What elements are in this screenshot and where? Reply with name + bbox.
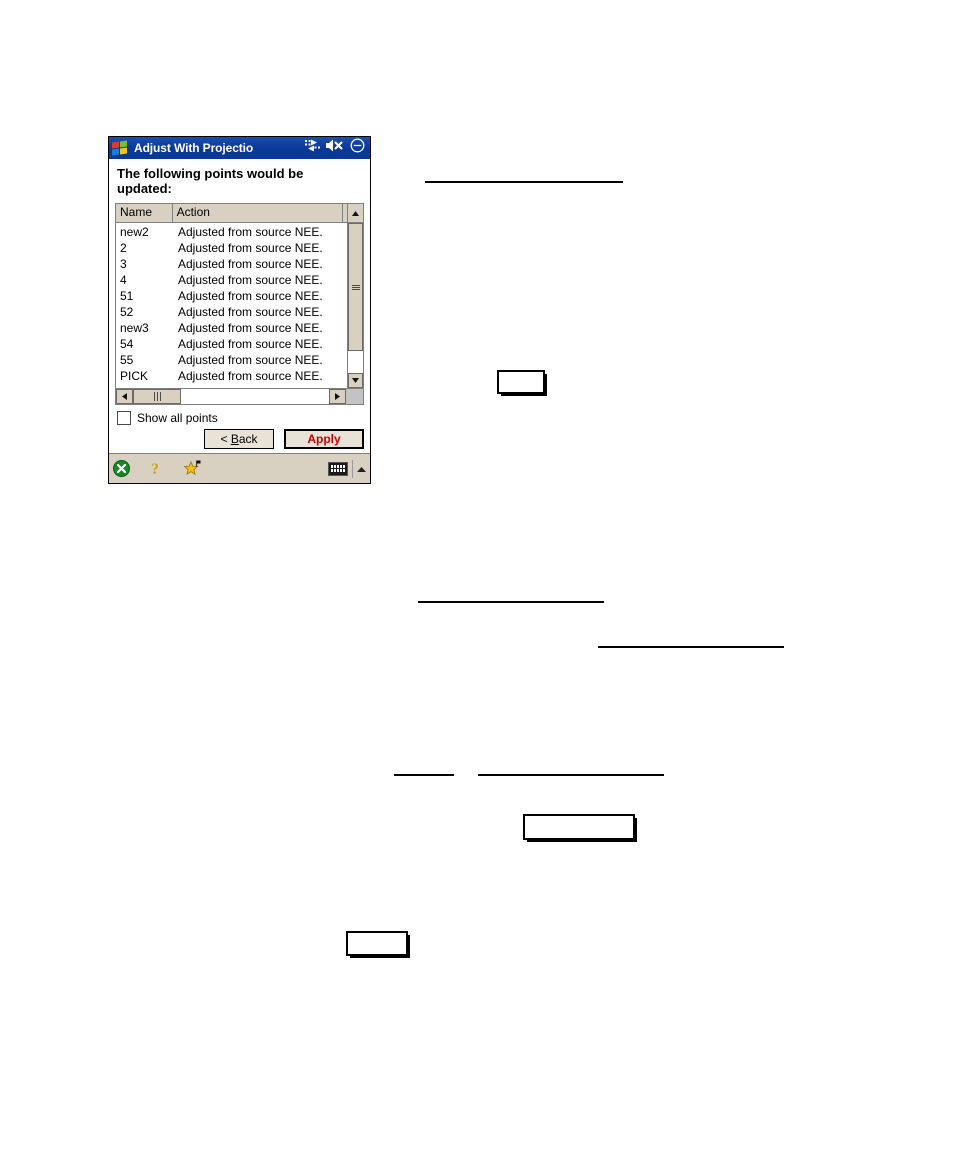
cell-name: new3 xyxy=(120,321,149,335)
cell-action: Adjusted from source NEE. xyxy=(178,289,323,303)
dialog-body: The following points would be updated: N… xyxy=(109,159,370,453)
table-row[interactable]: 54 Adjusted from source NEE. xyxy=(116,336,347,352)
horizontal-scrollbar[interactable] xyxy=(115,389,364,405)
table-row[interactable]: new3 Adjusted from source NEE. xyxy=(116,320,347,336)
horizontal-scrollbar-thumb[interactable] xyxy=(133,389,181,404)
vertical-scrollbar[interactable] xyxy=(347,223,363,388)
points-list[interactable]: Name Action new2 Adjusted from source NEE… xyxy=(115,203,364,389)
redaction-box xyxy=(346,931,408,956)
list-header-row: Name Action xyxy=(116,204,363,223)
cell-action: Adjusted from source NEE. xyxy=(178,225,323,239)
pda-dialog-window: Adjust With Projectio The following poin… xyxy=(108,136,371,484)
cell-action: Adjusted from source NEE. xyxy=(178,369,323,383)
minimize-icon[interactable] xyxy=(350,138,365,158)
redaction-box xyxy=(497,370,545,394)
table-row[interactable]: new2 Adjusted from source NEE. xyxy=(116,224,347,240)
windows-logo-icon xyxy=(112,140,129,156)
prompt-text: The following points would be updated: xyxy=(117,166,304,196)
help-icon[interactable]: ? xyxy=(150,460,163,477)
list-rows: new2 Adjusted from source NEE. 2 Adjusted f… xyxy=(116,223,347,388)
column-header-name[interactable]: Name xyxy=(116,204,173,222)
table-row[interactable]: 4 Adjusted from source NEE. xyxy=(116,272,347,288)
scroll-left-button[interactable] xyxy=(116,389,133,404)
list-body: new2 Adjusted from source NEE. 2 Adjusted f… xyxy=(116,223,363,388)
cell-name: 55 xyxy=(120,353,134,367)
title-bar-icons xyxy=(305,138,367,158)
redaction-box xyxy=(523,814,635,840)
redaction-rule xyxy=(598,646,784,648)
cell-name: PICK xyxy=(120,369,149,383)
scrollbar-grip-icon xyxy=(153,388,162,406)
dialog-button-row: < Back Apply xyxy=(204,429,364,449)
cell-action: Adjusted from source NEE. xyxy=(178,321,323,335)
connectivity-icon[interactable] xyxy=(305,139,320,157)
cell-action: Adjusted from source NEE. xyxy=(178,273,323,287)
cell-action: Adjusted from source NEE. xyxy=(178,305,323,319)
show-all-points-row[interactable]: Show all points xyxy=(117,411,364,425)
cell-name: 3 xyxy=(120,257,127,271)
table-row[interactable]: 2 Adjusted from source NEE. xyxy=(116,240,347,256)
apply-button[interactable]: Apply xyxy=(284,429,364,449)
cell-name: 2 xyxy=(120,241,127,255)
column-header-action[interactable]: Action xyxy=(172,204,343,222)
command-bar-divider xyxy=(352,459,353,478)
cell-name: 4 xyxy=(120,273,127,287)
scroll-up-button[interactable] xyxy=(347,204,363,222)
scroll-down-button[interactable] xyxy=(348,373,363,388)
show-all-points-label: Show all points xyxy=(137,411,218,425)
cell-name: 54 xyxy=(120,337,134,351)
keyboard-icon[interactable] xyxy=(328,461,348,476)
cell-name: 51 xyxy=(120,289,134,303)
back-button-label: < Back xyxy=(220,432,258,446)
title-bar: Adjust With Projectio xyxy=(109,137,370,159)
close-icon[interactable] xyxy=(113,460,130,477)
scroll-right-button[interactable] xyxy=(329,389,346,404)
redaction-rule xyxy=(418,601,604,603)
redaction-rule xyxy=(478,774,664,776)
back-button[interactable]: < Back xyxy=(204,429,274,449)
horizontal-scrollbar-track[interactable] xyxy=(181,389,329,404)
cell-name: 52 xyxy=(120,305,134,319)
vertical-scrollbar-thumb[interactable] xyxy=(348,223,363,351)
table-row[interactable]: 51 Adjusted from source NEE. xyxy=(116,288,347,304)
input-panel-chevron-icon[interactable] xyxy=(357,460,366,478)
table-row[interactable]: PICK Adjusted from source NEE. xyxy=(116,368,347,384)
speaker-mute-icon[interactable] xyxy=(326,139,344,157)
favorite-star-icon[interactable] xyxy=(183,460,202,477)
svg-text:?: ? xyxy=(151,461,159,477)
back-button-accelerator: B xyxy=(230,432,239,446)
show-all-points-checkbox[interactable] xyxy=(117,411,131,425)
scrollbar-grip-icon xyxy=(351,284,360,291)
window-title: Adjust With Projectio xyxy=(134,141,254,155)
table-row[interactable]: 3 Adjusted from source NEE. xyxy=(116,256,347,272)
cell-action: Adjusted from source NEE. xyxy=(178,241,323,255)
table-row[interactable]: 52 Adjusted from source NEE. xyxy=(116,304,347,320)
redaction-rule xyxy=(425,181,623,183)
cell-action: Adjusted from source NEE. xyxy=(178,353,323,367)
cell-action: Adjusted from source NEE. xyxy=(178,257,323,271)
cell-name: new2 xyxy=(120,225,149,239)
redaction-rule xyxy=(394,774,454,776)
command-bar: ? xyxy=(109,453,370,483)
cell-action: Adjusted from source NEE. xyxy=(178,337,323,351)
scrollbar-corner xyxy=(346,389,363,404)
table-row[interactable]: 55 Adjusted from source NEE. xyxy=(116,352,347,368)
